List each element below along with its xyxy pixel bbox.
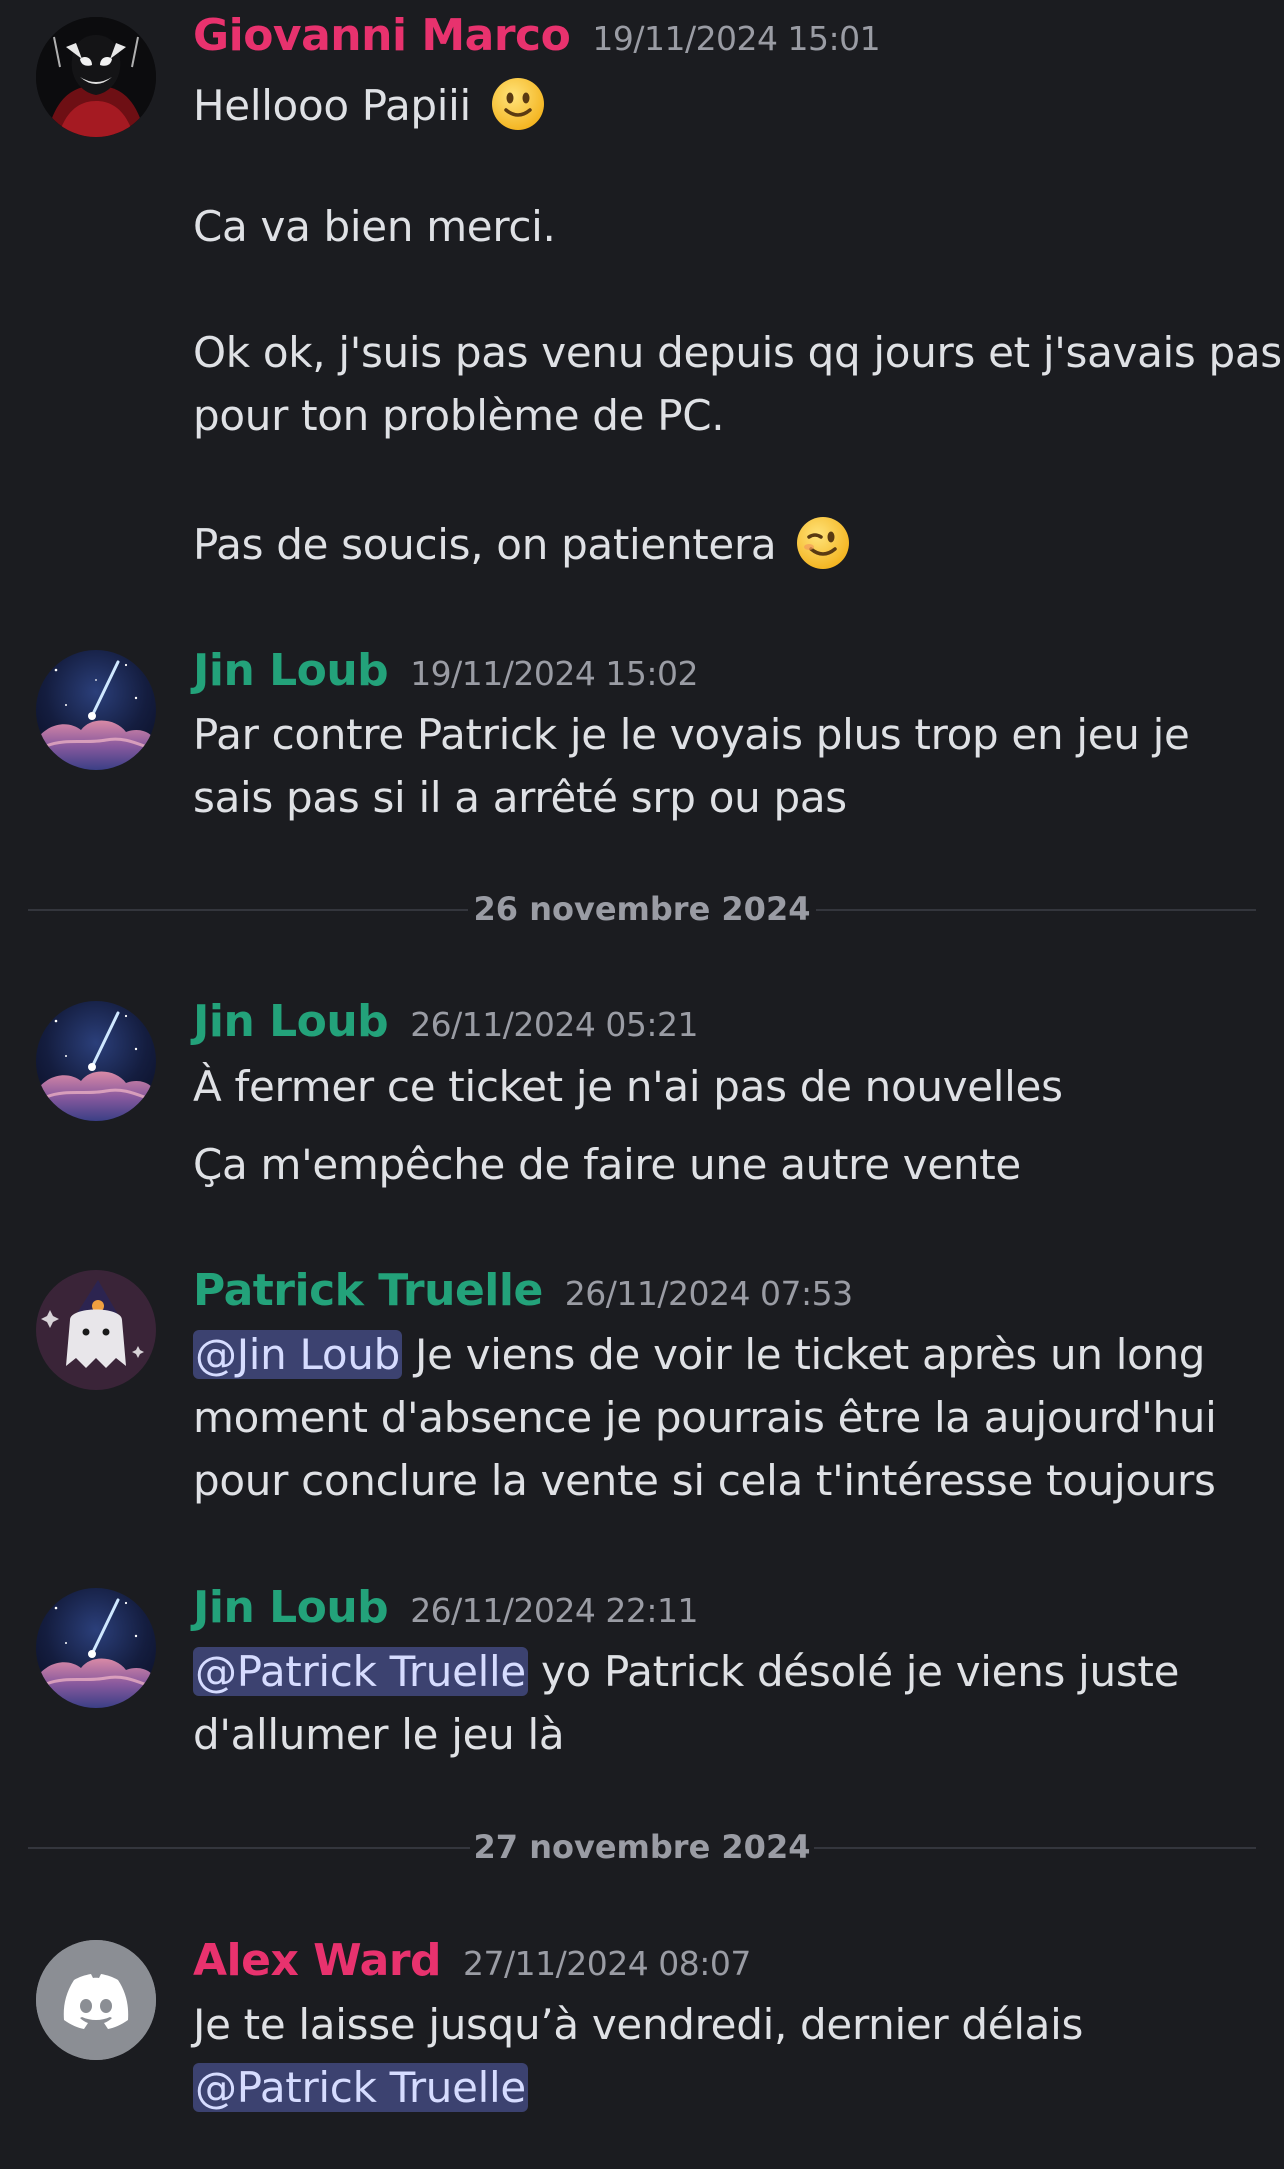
message-line: @Patrick Truelle yo Patrick désolé je vi… (193, 1647, 1179, 1696)
winking-face-emoji-icon (797, 517, 850, 569)
message-line: Hellooo Papiii (193, 76, 546, 132)
avatar-jin[interactable] (36, 650, 156, 770)
message-timestamp: 19/11/2024 15:01 (592, 19, 881, 58)
message-line: sais pas si il a arrêté srp ou pas (193, 773, 847, 822)
message-line: Ca va bien merci. (193, 202, 556, 251)
message-line: Pas de soucis, on patientera (193, 515, 851, 571)
date-divider-label: 26 novembre 2024 (473, 890, 811, 928)
message-line: pour ton problème de PC. (193, 391, 725, 440)
message-line: @Jin Loub Je viens de voir le ticket apr… (193, 1330, 1205, 1379)
message-text: yo Patrick désolé je viens juste (541, 1647, 1180, 1696)
avatar-patrick[interactable] (36, 1270, 156, 1390)
shooting-star-avatar-icon (36, 1001, 156, 1121)
message-line: Ça m'empêche de faire une autre vente (193, 1140, 1021, 1189)
avatar-jin[interactable] (36, 1588, 156, 1708)
author-name[interactable]: Jin Loub (193, 996, 389, 1047)
author-name[interactable]: Alex Ward (193, 1935, 442, 1986)
message-timestamp: 26/11/2024 05:21 (410, 1005, 698, 1044)
author-name[interactable]: Jin Loub (193, 645, 389, 696)
user-mention[interactable]: @Patrick Truelle (193, 2063, 528, 2112)
message-text: Je viens de voir le ticket après un long (415, 1330, 1206, 1379)
message-line: moment d'absence je pourrais être la auj… (193, 1393, 1217, 1442)
slightly-smiling-face-emoji-icon (491, 78, 544, 130)
message-timestamp: 27/11/2024 08:07 (463, 1944, 751, 1983)
message-timestamp: 26/11/2024 22:11 (410, 1591, 698, 1630)
author-name[interactable]: Giovanni Marco (193, 10, 571, 61)
date-divider-label: 27 novembre 2024 (473, 1828, 811, 1866)
message-text: Pas de soucis, on patientera (193, 520, 777, 569)
message-timestamp: 26/11/2024 07:53 (564, 1274, 853, 1313)
discord-logo-icon (36, 1940, 156, 2060)
message-timestamp: 19/11/2024 15:02 (410, 654, 698, 693)
message-line: @Patrick Truelle (193, 2063, 528, 2112)
ghost-witch-avatar-icon (36, 1270, 156, 1390)
message-line: À fermer ce ticket je n'ai pas de nouvel… (193, 1062, 1063, 1111)
avatar-giovanni[interactable] (36, 17, 156, 137)
message-line: d'allumer le jeu là (193, 1710, 565, 1759)
user-mention[interactable]: @Patrick Truelle (193, 1647, 528, 1696)
message-line: Ok ok, j'suis pas venu depuis qq jours e… (193, 328, 1282, 377)
message-line: pour conclure la vente si cela t'intéres… (193, 1456, 1216, 1505)
avatar-jin[interactable] (36, 1001, 156, 1121)
user-mention[interactable]: @Jin Loub (193, 1330, 402, 1379)
message-line: Par contre Patrick je le voyais plus tro… (193, 710, 1190, 759)
venom-avatar-icon (36, 17, 156, 137)
author-name[interactable]: Jin Loub (193, 1582, 389, 1633)
date-divider: 26 novembre 2024 (28, 890, 1256, 930)
message-text: Hellooo Papiii (193, 81, 471, 130)
avatar-alex[interactable] (36, 1940, 156, 2060)
shooting-star-avatar-icon (36, 1588, 156, 1708)
message-line: Je te laisse jusqu’à vendredi, dernier d… (193, 2000, 1084, 2049)
date-divider: 27 novembre 2024 (28, 1828, 1256, 1868)
shooting-star-avatar-icon (36, 650, 156, 770)
author-name[interactable]: Patrick Truelle (193, 1265, 543, 1316)
